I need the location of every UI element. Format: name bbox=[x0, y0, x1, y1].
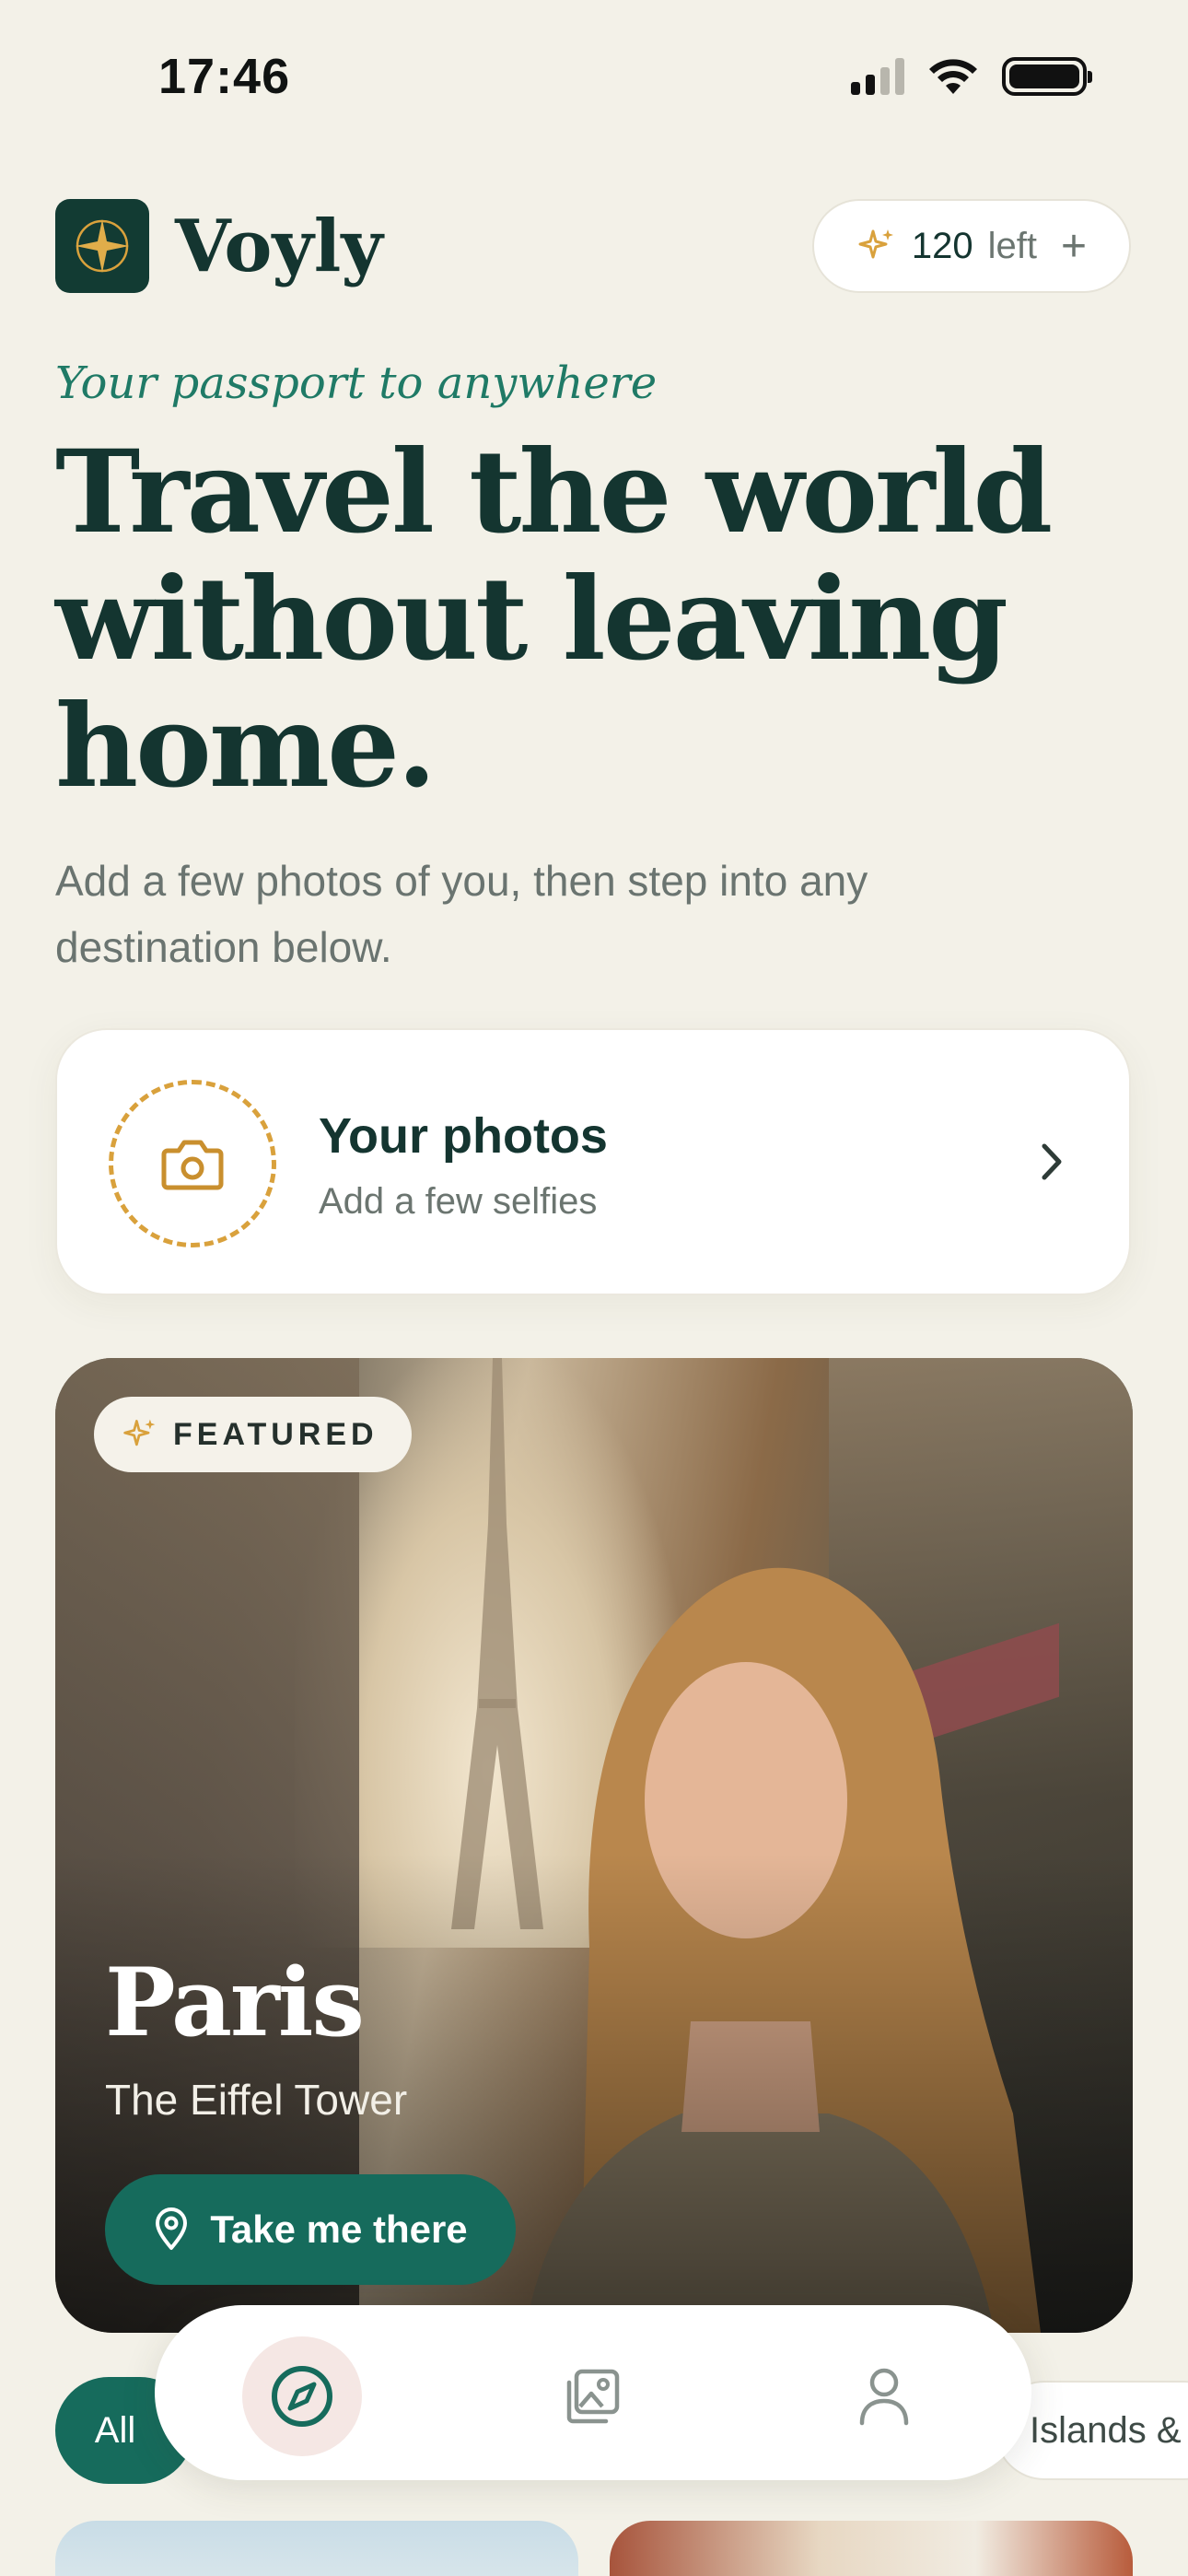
hero-subtext: Add a few photos of you, then step into … bbox=[55, 857, 868, 971]
tagline: Your passport to anywhere bbox=[55, 357, 658, 409]
featured-badge: FEATURED bbox=[94, 1397, 412, 1472]
wifi-icon bbox=[929, 59, 977, 94]
location-pin-icon bbox=[156, 2207, 188, 2250]
featured-badge-label: FEATURED bbox=[173, 1416, 379, 1452]
tab-explore[interactable] bbox=[242, 2336, 362, 2456]
sparkle-icon bbox=[858, 229, 893, 259]
profile-icon bbox=[859, 2368, 909, 2426]
chevron-right-icon bbox=[1042, 1143, 1062, 1180]
add-credits-icon[interactable]: + bbox=[1061, 221, 1087, 272]
battery-icon bbox=[1002, 57, 1092, 96]
camera-icon bbox=[161, 1140, 224, 1190]
destination-city: Paris bbox=[105, 1948, 365, 2058]
tab-gallery[interactable] bbox=[532, 2336, 652, 2456]
destination-landmark: The Eiffel Tower bbox=[105, 2076, 408, 2124]
photos-subtitle: Add a few selfies bbox=[319, 1181, 598, 1222]
credits-pill[interactable]: 120 left + bbox=[812, 199, 1131, 293]
photo-upload-ring bbox=[109, 1080, 276, 1247]
credits-label: left bbox=[987, 225, 1038, 266]
status-time: 17:46 bbox=[158, 49, 291, 104]
headline: Travel the world without leaving home. bbox=[55, 426, 1053, 814]
cta-label: Take me there bbox=[210, 2207, 468, 2251]
status-icons bbox=[851, 57, 1092, 96]
cellular-signal-icon bbox=[851, 58, 904, 95]
brand-name: Voyly bbox=[175, 205, 383, 288]
compass-star-icon bbox=[76, 219, 129, 273]
app-logo bbox=[55, 199, 149, 293]
tab-profile[interactable] bbox=[824, 2336, 944, 2456]
destination-thumbnail[interactable] bbox=[55, 2521, 578, 2576]
compass-icon bbox=[272, 2366, 332, 2427]
gallery-icon bbox=[566, 2369, 620, 2424]
bottom-tab-bar bbox=[155, 2305, 1031, 2480]
featured-destination-card[interactable]: FEATURED Paris The Eiffel Tower Take me … bbox=[55, 1358, 1133, 2333]
your-photos-card[interactable]: Your photos Add a few selfies bbox=[55, 1028, 1131, 1295]
destination-thumbnail[interactable] bbox=[610, 2521, 1133, 2576]
credits-count: 120 bbox=[911, 225, 973, 266]
sparkle-icon bbox=[123, 1419, 156, 1446]
photos-title: Your photos bbox=[319, 1108, 608, 1164]
take-me-there-button[interactable]: Take me there bbox=[105, 2174, 516, 2285]
